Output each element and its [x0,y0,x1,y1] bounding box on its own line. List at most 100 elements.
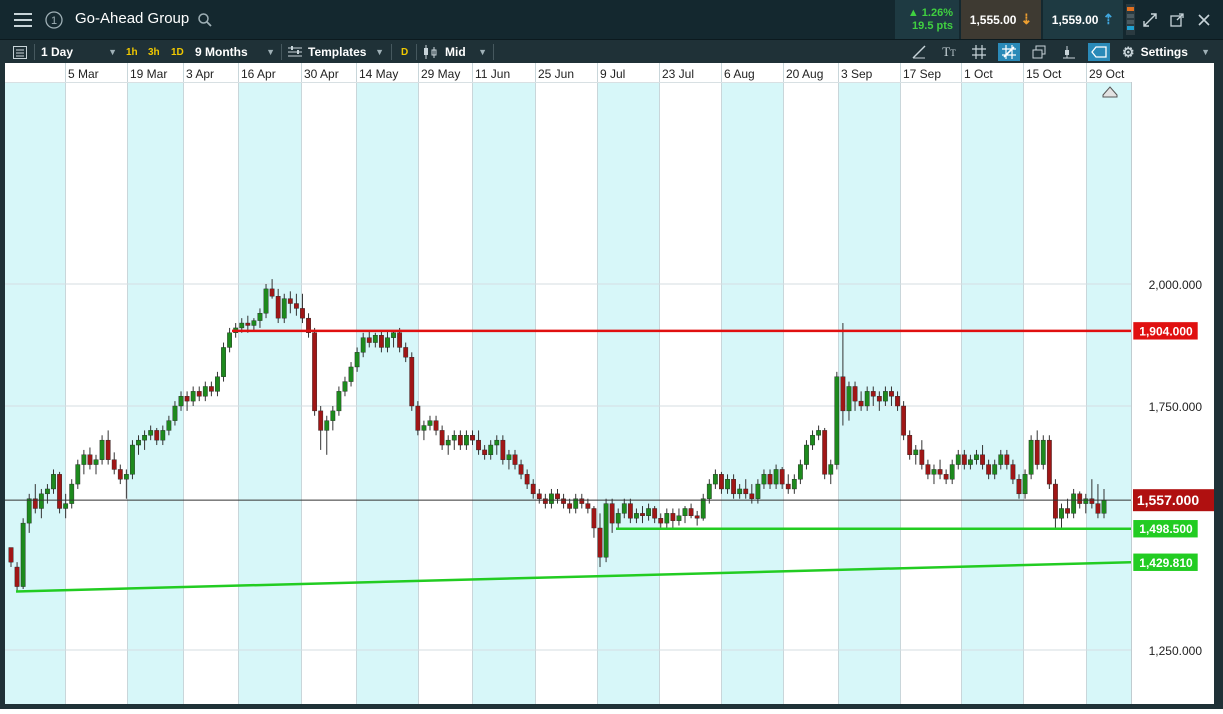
draw-line-icon[interactable] [908,43,930,61]
candle-body [421,425,427,431]
settings-button[interactable]: ⚙ Settings ▼ [1122,43,1210,61]
candle-body [445,439,451,446]
candle-body [281,298,287,319]
candle-body [1083,498,1089,504]
candle-body [269,288,275,297]
x-tick-label: 29 May [421,67,460,81]
candle-body [1010,464,1016,480]
text-tool-icon[interactable]: TT [938,43,960,61]
candle-body [172,405,178,421]
candle-body [1053,483,1058,519]
candle-body [470,435,475,441]
candle-body [889,391,894,397]
candle-body [439,430,445,446]
x-tick-label: 20 Aug [786,67,823,81]
chart-canvas[interactable]: 5 Mar 19 Mar 3 Apr 16 Apr 30 Apr 14 May 29 May… [0,63,1223,709]
candle-body [1016,479,1022,495]
week-band [1086,82,1131,704]
d-badge-button[interactable]: D [401,44,408,60]
interval-1h-button[interactable]: 1h [126,44,138,60]
candle-body [810,435,815,446]
search-icon[interactable] [196,4,214,35]
candle-body [506,454,512,460]
candle-icon [424,45,437,59]
menu-icon[interactable] [8,4,38,35]
candle-body [621,503,627,514]
x-tick-label: 29 Oct [1089,67,1125,81]
candle-body [761,474,767,485]
candle-body [968,459,973,465]
expand-icon[interactable] [1140,4,1160,35]
info-icon[interactable]: 1 [42,4,66,35]
x-tick-label: 19 Mar [130,67,167,81]
candle-body [8,547,14,563]
layers-icon[interactable] [1028,43,1050,61]
layout-icon[interactable] [9,43,31,61]
candle-body [409,357,415,407]
candle-body [385,337,390,348]
info-icon-label: 1 [51,15,57,27]
candle-body [627,503,633,519]
candle-body [20,522,26,587]
candle-body [567,503,573,509]
chevron-down-icon: ▼ [266,47,275,57]
y-tick-label: 1,750.000 [1149,400,1203,414]
x-tick-label: 17 Sep [903,67,941,81]
candle-body [366,337,372,343]
week-band [127,82,183,704]
templates-select[interactable]: Templates ▼ [288,43,384,61]
grid-icon[interactable] [968,43,990,61]
instrument-title[interactable]: Go-Ahead Group [75,10,189,27]
buy-price: 1,559.00 [1051,12,1099,27]
candle-body [482,449,488,456]
buy-price-button[interactable]: 1,559.00 ⇡ [1043,0,1123,39]
candle-body [391,332,396,338]
range-select[interactable]: 9 Months ▼ [195,43,275,61]
week-band [961,82,1023,704]
popout-icon[interactable] [1167,4,1187,35]
candle-body [215,376,220,392]
price-type-select[interactable]: Mid ▼ [423,43,487,61]
interval-1h-label: 1h [126,46,138,58]
x-tick-label: 23 Jul [662,67,694,81]
candle-body [87,454,93,465]
candle-body [300,308,305,319]
price-chart[interactable]: 5 Mar 19 Mar 3 Apr 16 Apr 30 Apr 14 May 29 May… [0,63,1223,709]
candle-body [961,454,967,465]
x-tick-label: 3 Apr [186,67,214,81]
candle-body [1040,439,1046,465]
candle-body [670,513,676,521]
change-points: 19.5 pts [912,20,953,32]
candle-body [379,335,384,348]
crosshair-grid-icon[interactable] [998,43,1020,61]
chevron-down-icon: ▼ [108,47,117,57]
candle-body [549,493,554,504]
candle-body [542,498,548,504]
indicator-icon[interactable] [1058,43,1080,61]
sell-price-button[interactable]: 1,555.00 ⇣ [961,0,1041,39]
candle-body [99,439,105,460]
candle-body [464,435,469,446]
candle-body [136,439,141,446]
candle-body [123,474,129,480]
candle-body [354,352,360,368]
candle-body [312,332,318,412]
candle-body [591,508,597,529]
candle-body [743,488,749,495]
chart-left-border [0,63,5,709]
tag-icon[interactable] [1088,43,1110,61]
candle-body [324,420,330,431]
interval-3h-button[interactable]: 3h [148,44,160,60]
templates-icon [288,46,302,57]
candle-body [397,332,403,348]
candle-body [476,439,481,451]
week-band [472,82,535,704]
candle-body [931,469,937,475]
close-icon[interactable] [1194,4,1214,35]
candle-body [822,430,828,475]
interval-select[interactable]: 1 Day ▼ [41,43,117,61]
range-label: 9 Months [195,45,248,59]
candle-body [494,439,500,446]
x-tick-label: 11 Jun [475,67,510,81]
interval-1d-button[interactable]: 1D [171,44,184,60]
